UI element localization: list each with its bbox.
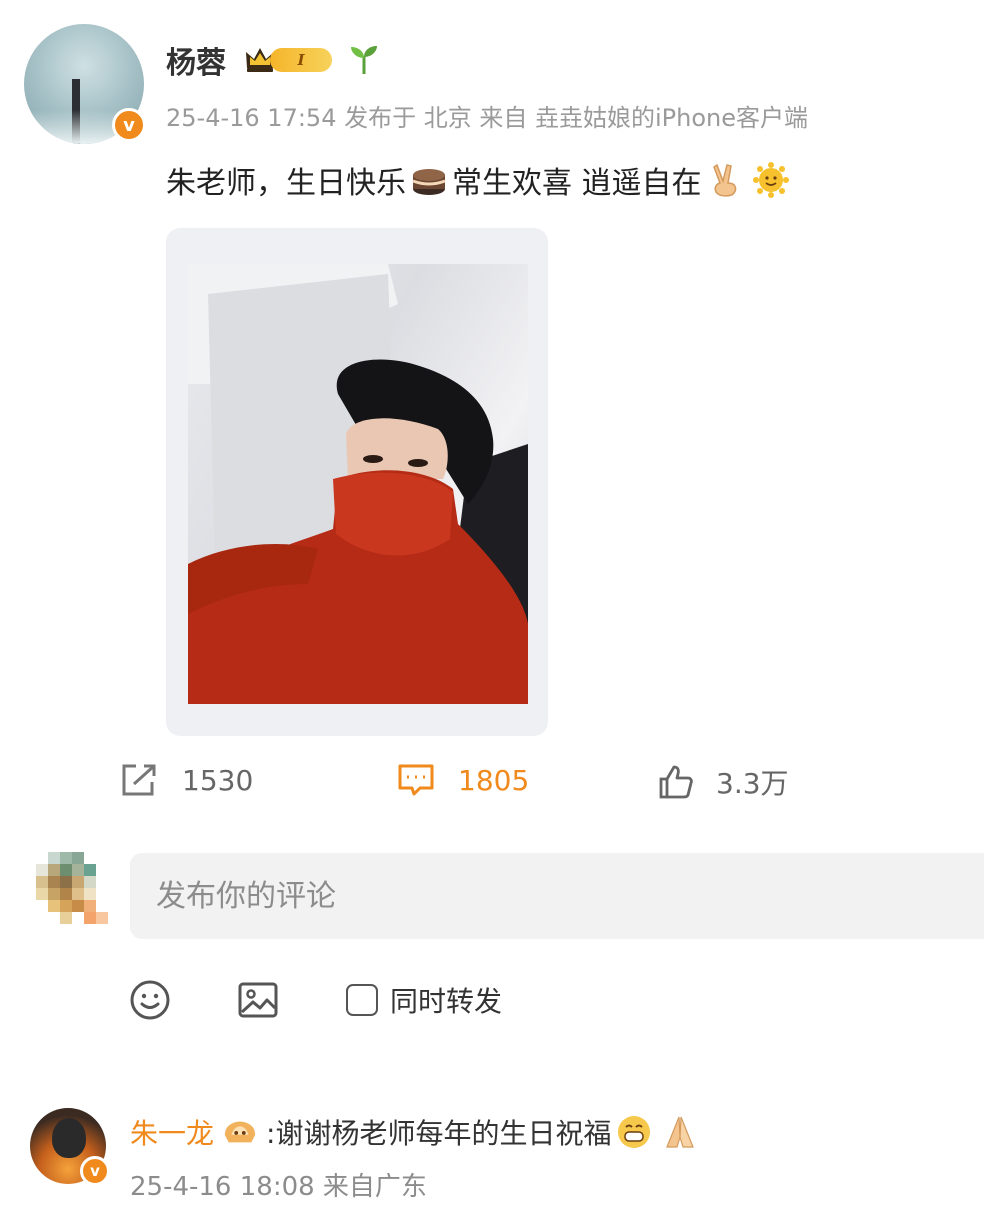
reply-text: :谢谢杨老师每年的生日祝福 [266,1117,612,1150]
repost-option-label: 同时转发 [390,985,503,1018]
repost-checkbox[interactable] [346,984,378,1016]
polaroid-image [188,264,528,704]
verified-badge-icon: v [112,108,146,142]
my-avatar[interactable] [36,852,108,934]
avatar-silhouette [52,1118,86,1158]
thumbs-up-icon [659,765,693,799]
repost-toggle[interactable]: 同时转发 [346,980,502,1020]
image-upload-icon[interactable] [236,978,280,1022]
author-name[interactable]: 杨蓉 [166,38,226,82]
comment-icon [398,764,434,796]
verified-badge-icon: v [80,1156,110,1186]
sprout-icon[interactable] [346,40,382,76]
reply-author-name[interactable]: 朱一龙 [130,1112,214,1152]
like-button[interactable]: 3.3万 [658,762,789,802]
post-text-part2: 常生欢喜 逍遥自在 [452,166,702,201]
comment-button[interactable]: 1805 [396,762,529,798]
post-text-part1: 朱老师，生日快乐 [166,166,406,201]
sun-face-icon [752,162,789,198]
repost-icon [122,764,156,796]
fan-club-badge-icon[interactable] [218,1114,262,1150]
victory-hand-icon [712,163,736,197]
author-avatar[interactable]: v [24,24,146,144]
grinning-face-icon [618,1116,651,1148]
comment-count: 1805 [458,763,530,797]
level-badge: I [270,48,332,72]
comment-input[interactable] [130,853,984,939]
praying-hands-icon [666,1116,695,1148]
cake-icon [412,169,446,195]
repost-button[interactable]: 1530 [120,762,253,798]
pixelated-avatar-image [36,852,108,934]
member-crown-badge[interactable]: I [244,42,334,76]
like-count: 3.3万 [716,767,789,800]
repost-count: 1530 [182,763,254,797]
emoji-picker-icon[interactable] [128,978,172,1022]
reply-avatar[interactable]: v [30,1108,110,1186]
reply-meta: 25-4-16 18:08 来自广东 [130,1172,427,1202]
post-photo[interactable] [166,228,548,736]
reply-content: 朱一龙 :谢谢杨老师每年的生日祝福 [130,1112,703,1152]
post-meta: 25-4-16 17:54 发布于 北京 来自 垚垚姑娘的iPhone客户端 [166,104,808,132]
post-text: 朱老师，生日快乐 常生欢喜 逍遥自在 [166,158,794,202]
portrait-illustration [188,264,528,704]
